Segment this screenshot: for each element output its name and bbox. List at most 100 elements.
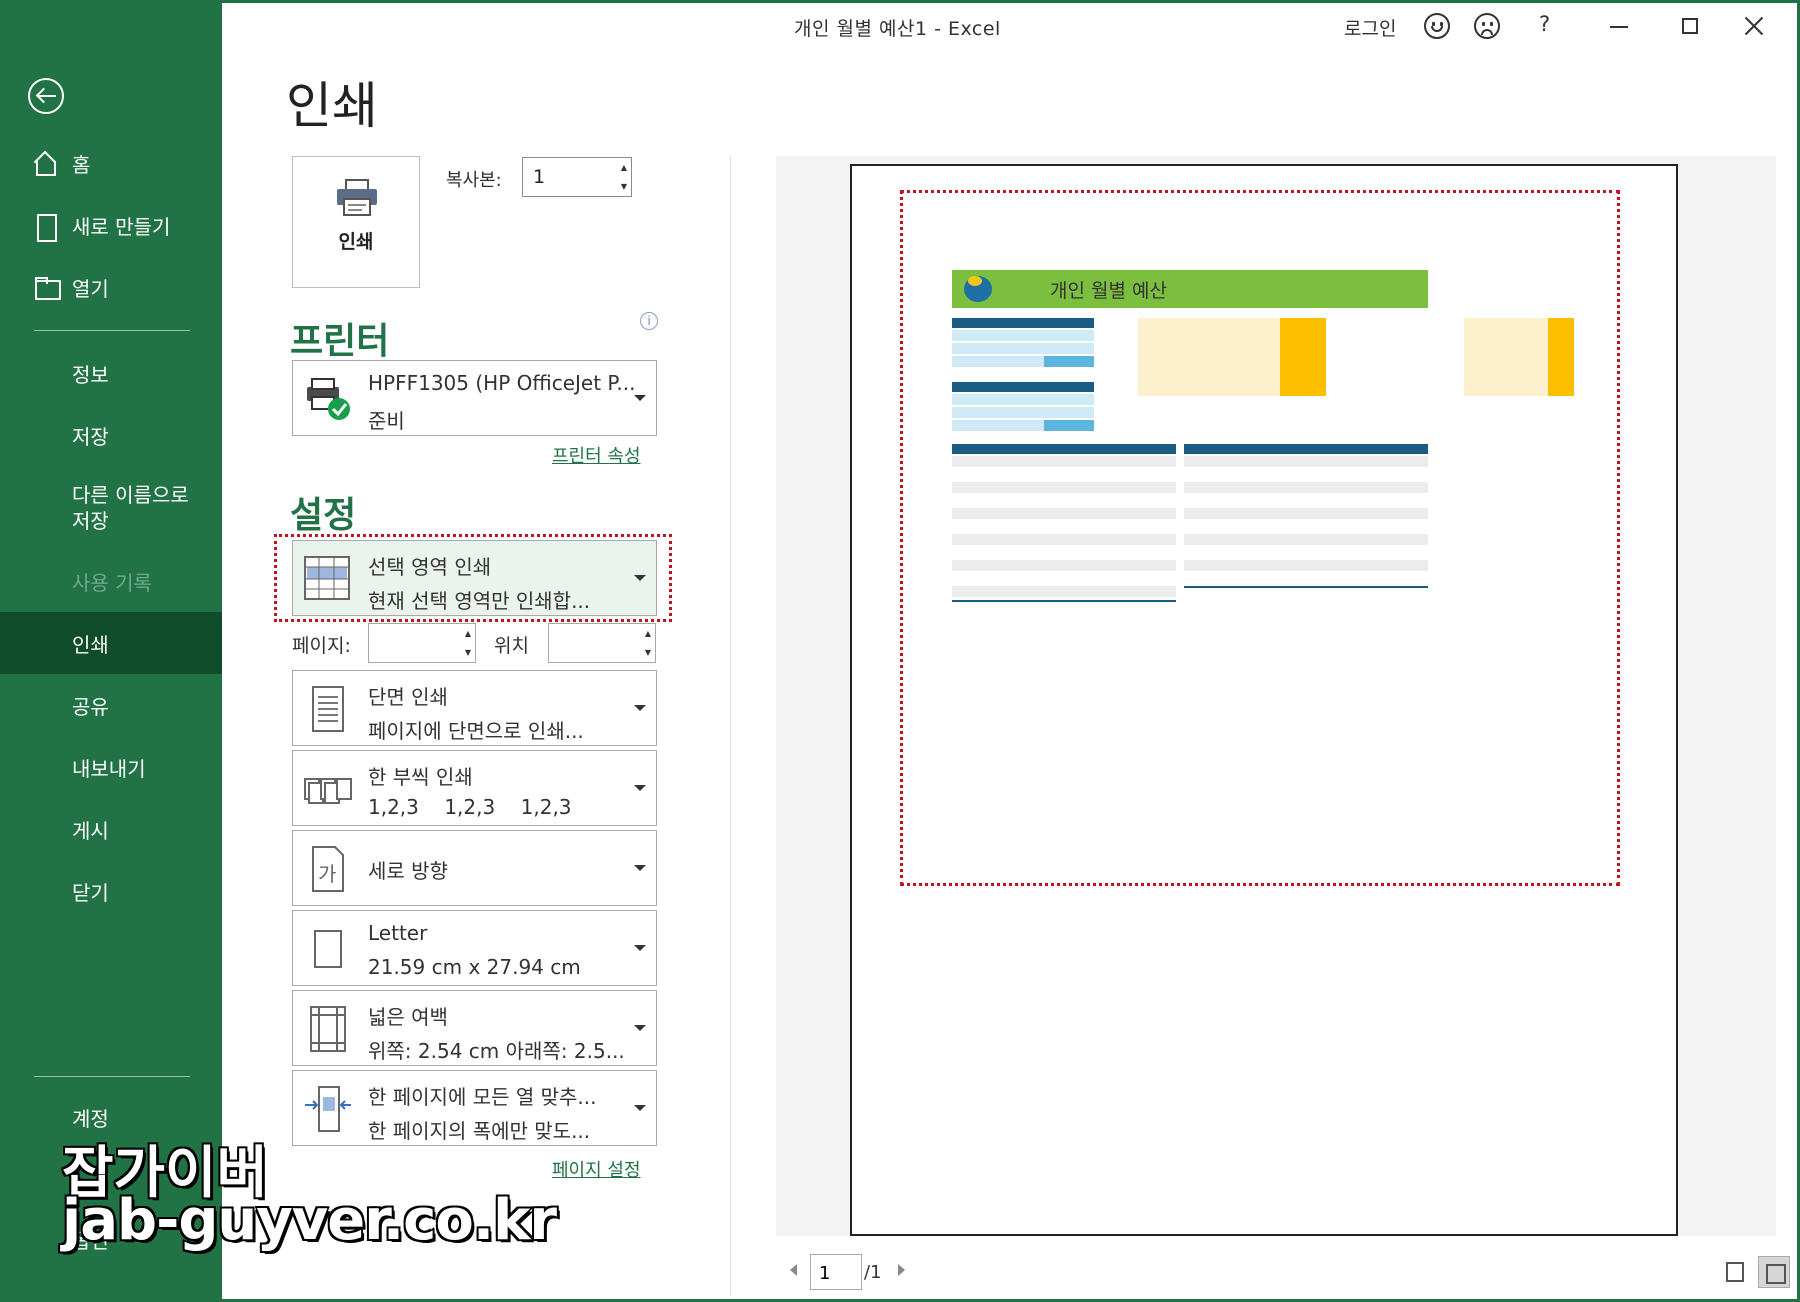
sidebar-item-history: 사용 기록 bbox=[0, 550, 222, 612]
collate-desc: 1,2,3 1,2,3 1,2,3 bbox=[368, 795, 572, 819]
spin-down-icon[interactable]: ▼ bbox=[645, 648, 651, 657]
print-what-dropdown[interactable]: 선택 영역 인쇄 현재 선택 영역만 인쇄합... bbox=[292, 540, 657, 616]
copies-input[interactable]: 1 ▲ ▼ bbox=[522, 157, 632, 197]
mini-table-header bbox=[952, 382, 1094, 392]
margins-icon bbox=[310, 1006, 346, 1052]
print-button[interactable]: 인쇄 bbox=[292, 156, 420, 288]
orientation-dropdown[interactable]: 가 세로 방향 bbox=[292, 830, 657, 906]
settings-section-heading: 설정 bbox=[290, 495, 357, 536]
scaling-dropdown[interactable]: 한 페이지에 모든 열 맞추... 한 페이지의 폭에만 맞도... bbox=[292, 1070, 657, 1146]
sidebar-item-label: 정보 bbox=[72, 362, 109, 387]
expense-table-row bbox=[1184, 495, 1428, 506]
expense-table-row bbox=[952, 534, 1176, 545]
sidebar-item-label: 저장 bbox=[72, 424, 109, 449]
printer-properties-link[interactable]: 프린터 속성 bbox=[552, 442, 641, 468]
chart-bar-fill bbox=[1548, 318, 1574, 396]
previous-page-icon[interactable] bbox=[790, 1264, 797, 1276]
selection-grid-icon bbox=[304, 556, 350, 600]
chart-bar-bg bbox=[1464, 318, 1548, 396]
mini-row bbox=[952, 407, 1094, 418]
mini-table-header bbox=[952, 318, 1094, 328]
show-margins-icon[interactable] bbox=[1726, 1262, 1744, 1282]
spin-up-icon[interactable]: ▲ bbox=[645, 629, 651, 638]
scaling-title: 한 페이지에 모든 열 맞추... bbox=[368, 1085, 597, 1109]
expense-table-row bbox=[1184, 469, 1428, 480]
expense-table-row bbox=[1184, 573, 1428, 584]
sidebar-item-share[interactable]: 공유 bbox=[0, 674, 222, 736]
expense-table-row bbox=[1184, 508, 1428, 519]
mini-total-cell bbox=[1044, 356, 1094, 367]
open-folder-icon bbox=[33, 276, 61, 300]
print-what-title: 선택 영역 인쇄 bbox=[368, 555, 492, 579]
sidebar-main-nav: 정보 저장 다른 이름으로 저장 사용 기록 인쇄 공유 내보내기 게시 닫기 bbox=[0, 342, 222, 922]
pages-to-input[interactable]: ▲ ▼ bbox=[548, 623, 656, 663]
spin-down-icon[interactable]: ▼ bbox=[465, 648, 471, 657]
margins-dropdown[interactable]: 넓은 여백 위쪽: 2.54 cm 아래쪽: 2.5... bbox=[292, 990, 657, 1066]
page-setup-link[interactable]: 페이지 설정 bbox=[552, 1156, 641, 1182]
spin-up-icon[interactable]: ▲ bbox=[465, 629, 471, 638]
fit-columns-icon bbox=[305, 1086, 351, 1132]
sidebar-item-label: 내보내기 bbox=[72, 756, 146, 781]
title-bar: 개인 월별 예산1 - Excel 로그인 ? bbox=[222, 0, 1800, 54]
frown-feedback-icon[interactable] bbox=[1474, 13, 1500, 39]
sidebar-separator bbox=[34, 330, 190, 331]
info-icon[interactable]: i bbox=[640, 312, 658, 330]
sidebar-item-save[interactable]: 저장 bbox=[0, 404, 222, 466]
chevron-down-icon bbox=[634, 945, 646, 951]
expense-table-row bbox=[952, 521, 1176, 532]
minimize-icon[interactable] bbox=[1610, 26, 1628, 28]
expense-table-row bbox=[952, 508, 1176, 519]
printer-dropdown[interactable]: HPFF1305 (HP OfficeJet P... 준비 bbox=[292, 360, 657, 436]
expense-table-header bbox=[1184, 444, 1428, 454]
printer-name: HPFF1305 (HP OfficeJet P... bbox=[368, 371, 636, 395]
chevron-down-icon bbox=[634, 785, 646, 791]
help-button[interactable]: ? bbox=[1539, 12, 1550, 36]
login-button[interactable]: 로그인 bbox=[1344, 14, 1396, 41]
print-what-desc: 현재 선택 영역만 인쇄합... bbox=[368, 589, 591, 613]
chevron-down-icon bbox=[634, 705, 646, 711]
chevron-down-icon bbox=[634, 575, 646, 581]
sides-dropdown[interactable]: 단면 인쇄 페이지에 단면으로 인쇄... bbox=[292, 670, 657, 746]
scaling-desc: 한 페이지의 폭에만 맞도... bbox=[368, 1119, 591, 1143]
sidebar-item-label: 닫기 bbox=[72, 880, 109, 905]
sidebar-item-label: 홈 bbox=[72, 152, 91, 177]
sidebar-item-close[interactable]: 닫기 bbox=[0, 860, 222, 922]
maximize-icon[interactable] bbox=[1682, 18, 1698, 34]
svg-text:가: 가 bbox=[318, 862, 336, 886]
printer-icon bbox=[337, 179, 377, 216]
sidebar-item-home[interactable]: 홈 bbox=[0, 132, 222, 194]
sidebar-item-save-as[interactable]: 다른 이름으로 저장 bbox=[0, 466, 222, 550]
sidebar-item-new[interactable]: 새로 만들기 bbox=[0, 194, 222, 256]
position-label: 위치 bbox=[494, 635, 529, 657]
expense-table-row bbox=[952, 495, 1176, 506]
spin-up-icon[interactable]: ▲ bbox=[621, 163, 627, 172]
sidebar-item-export[interactable]: 내보내기 bbox=[0, 736, 222, 798]
sidebar-item-label: 공유 bbox=[72, 694, 109, 719]
sidebar-item-info[interactable]: 정보 bbox=[0, 342, 222, 404]
next-page-icon[interactable] bbox=[898, 1264, 905, 1276]
sidebar-item-print[interactable]: 인쇄 bbox=[0, 612, 222, 674]
spin-down-icon[interactable]: ▼ bbox=[621, 182, 627, 191]
sidebar-item-publish[interactable]: 게시 bbox=[0, 798, 222, 860]
current-page-input[interactable]: 1 bbox=[810, 1254, 862, 1290]
expense-table-row bbox=[952, 560, 1176, 571]
collate-dropdown[interactable]: 한 부씩 인쇄 1,2,3 1,2,3 1,2,3 bbox=[292, 750, 657, 826]
close-icon[interactable] bbox=[1742, 14, 1766, 38]
chevron-down-icon bbox=[634, 865, 646, 871]
sidebar-item-open[interactable]: 열기 bbox=[0, 256, 222, 318]
pages-from-input[interactable]: ▲ ▼ bbox=[368, 623, 476, 663]
collate-title: 한 부씩 인쇄 bbox=[368, 765, 473, 789]
sheet-banner: 개인 월별 예산 bbox=[952, 270, 1428, 308]
paper-size-title: Letter bbox=[368, 921, 428, 945]
paper-size-dropdown[interactable]: Letter 21.59 cm x 27.94 cm bbox=[292, 910, 657, 986]
sidebar-separator bbox=[34, 1076, 190, 1077]
margins-title: 넓은 여백 bbox=[368, 1005, 448, 1029]
back-arrow-icon[interactable] bbox=[28, 78, 64, 114]
mini-row bbox=[952, 330, 1094, 341]
zoom-to-page-icon[interactable] bbox=[1758, 1256, 1790, 1288]
pane-divider bbox=[730, 156, 731, 1296]
orientation-title: 세로 방향 bbox=[368, 859, 448, 883]
copies-label: 복사본: bbox=[446, 170, 502, 191]
expense-table-row bbox=[952, 547, 1176, 558]
smile-feedback-icon[interactable] bbox=[1424, 13, 1450, 39]
